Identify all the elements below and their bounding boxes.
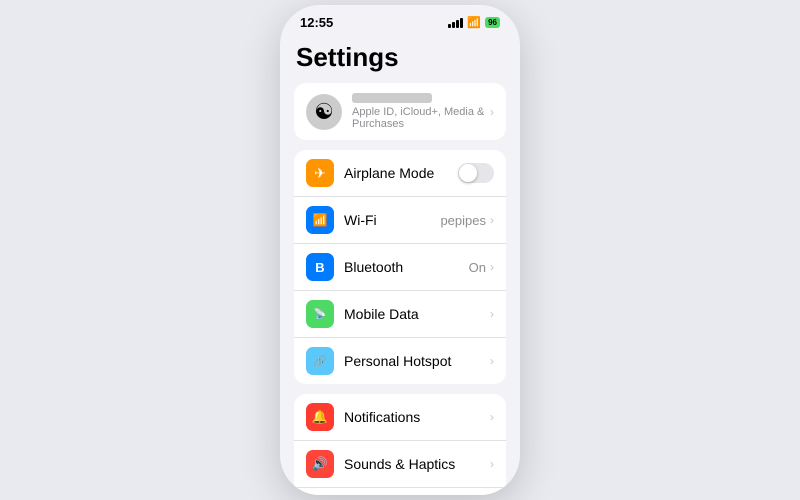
profile-subtitle: Apple ID, iCloud+, Media & Purchases (352, 106, 490, 130)
wifi-value: pepipes (440, 213, 486, 228)
profile-row[interactable]: ☯ Apple ID, iCloud+, Media & Purchases › (294, 83, 506, 140)
connectivity-section: ✈ Airplane Mode 📶 Wi-Fi pepipes › B Blue… (294, 150, 506, 384)
airplane-mode-label: Airplane Mode (344, 165, 458, 181)
notifications-section: 🔔 Notifications › 🔊 Sounds & Haptics › 🌙… (294, 394, 506, 495)
sounds-haptics-icon: 🔊 (306, 450, 334, 478)
personal-hotspot-label: Personal Hotspot (344, 353, 490, 369)
notifications-chevron-icon: › (490, 410, 494, 424)
personal-hotspot-icon: 🔗 (306, 347, 334, 375)
profile-text: Apple ID, iCloud+, Media & Purchases (352, 93, 490, 130)
bluetooth-row[interactable]: B Bluetooth On › (294, 244, 506, 291)
wifi-label: Wi-Fi (344, 212, 440, 228)
focus-row[interactable]: 🌙 Focus › (294, 488, 506, 495)
personal-hotspot-row[interactable]: 🔗 Personal Hotspot › (294, 338, 506, 384)
sounds-haptics-label: Sounds & Haptics (344, 456, 490, 472)
notifications-row[interactable]: 🔔 Notifications › (294, 394, 506, 441)
page-title: Settings (296, 42, 504, 73)
wifi-icon: 📶 (306, 206, 334, 234)
status-time: 12:55 (300, 15, 333, 30)
scroll-content: Settings ☯ Apple ID, iCloud+, Media & Pu… (280, 34, 520, 495)
signal-bars-icon (448, 18, 463, 28)
battery-badge: 96 (485, 17, 500, 28)
phone-frame: 12:55 📶 96 Settings ☯ Apple ID, iClou (280, 5, 520, 495)
profile-name-blur (352, 93, 432, 103)
mobile-data-label: Mobile Data (344, 306, 490, 322)
sounds-haptics-chevron-icon: › (490, 457, 494, 471)
wifi-status-icon: 📶 (467, 16, 481, 29)
wifi-row[interactable]: 📶 Wi-Fi pepipes › (294, 197, 506, 244)
notifications-icon: 🔔 (306, 403, 334, 431)
mobile-data-chevron-icon: › (490, 307, 494, 321)
bluetooth-chevron-icon: › (490, 260, 494, 274)
airplane-mode-icon: ✈ (306, 159, 334, 187)
profile-section[interactable]: ☯ Apple ID, iCloud+, Media & Purchases › (294, 83, 506, 140)
bluetooth-value: On (469, 260, 486, 275)
yin-yang-icon: ☯ (314, 99, 334, 125)
mobile-data-row[interactable]: 📡 Mobile Data › (294, 291, 506, 338)
notifications-label: Notifications (344, 409, 490, 425)
wifi-chevron-icon: › (490, 213, 494, 227)
sounds-haptics-row[interactable]: 🔊 Sounds & Haptics › (294, 441, 506, 488)
status-bar: 12:55 📶 96 (280, 5, 520, 34)
personal-hotspot-chevron-icon: › (490, 354, 494, 368)
mobile-data-icon: 📡 (306, 300, 334, 328)
bluetooth-label: Bluetooth (344, 259, 469, 275)
avatar: ☯ (306, 94, 342, 130)
status-icons: 📶 96 (448, 16, 500, 29)
profile-chevron-icon: › (490, 105, 494, 119)
airplane-mode-row[interactable]: ✈ Airplane Mode (294, 150, 506, 197)
bluetooth-icon: B (306, 253, 334, 281)
toggle-knob (459, 164, 477, 182)
airplane-mode-toggle[interactable] (458, 163, 494, 183)
